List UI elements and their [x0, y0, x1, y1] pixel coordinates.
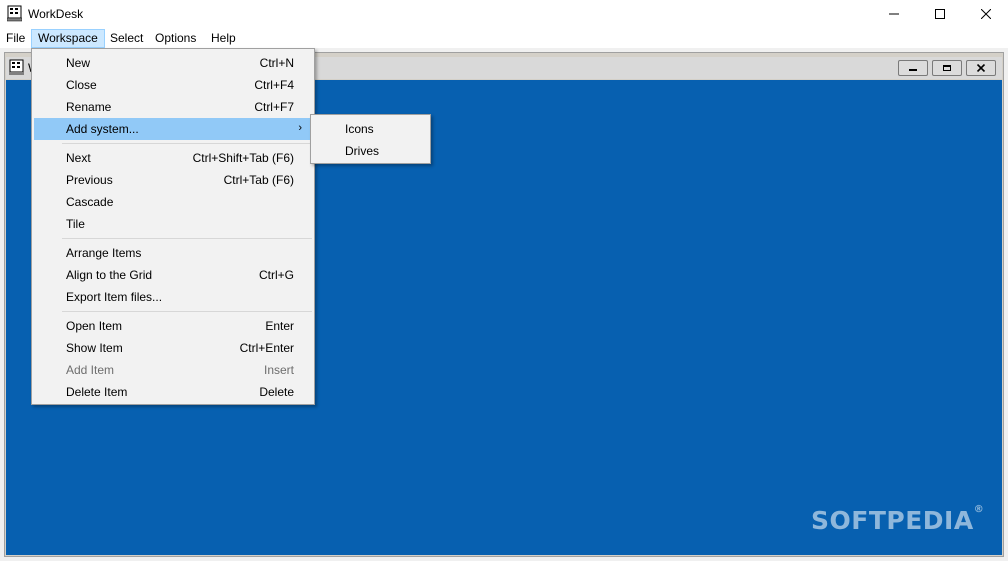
menu-separator — [62, 311, 312, 312]
menu-item-label: Open Item — [66, 319, 123, 333]
menu-item-align-grid[interactable]: Align to the Grid Ctrl+G — [34, 264, 312, 286]
menu-item-arrange-items[interactable]: Arrange Items — [34, 242, 312, 264]
menu-item-shortcut: Ctrl+N — [259, 56, 294, 70]
window-title: WorkDesk — [28, 7, 84, 21]
maximize-button[interactable] — [917, 0, 963, 28]
child-restore-button[interactable] — [932, 60, 962, 76]
menu-item-label: Drives — [345, 144, 380, 158]
menu-item-shortcut: Ctrl+Enter — [239, 341, 294, 355]
minimize-button[interactable] — [871, 0, 917, 28]
menu-item-label: Rename — [66, 100, 112, 114]
menu-item-shortcut: Insert — [263, 363, 294, 377]
menu-item-label: Close — [66, 78, 97, 92]
menu-item-label: Cascade — [66, 195, 114, 209]
menu-item-show-item[interactable]: Show Item Ctrl+Enter — [34, 337, 312, 359]
menu-bar: File Workspace Select Options Help — [0, 28, 1008, 48]
child-close-button[interactable] — [966, 60, 996, 76]
menu-item-delete-item[interactable]: Delete Item Delete — [34, 381, 312, 403]
restore-icon — [943, 65, 951, 71]
menu-item-open-item[interactable]: Open Item Enter — [34, 315, 312, 337]
menu-separator — [62, 143, 312, 144]
menu-item-shortcut: Ctrl+G — [258, 268, 294, 282]
menu-item-label: Align to the Grid — [66, 268, 153, 282]
menu-item-label: Previous — [66, 173, 113, 187]
menu-item-shortcut: Ctrl+F4 — [254, 78, 294, 92]
menu-item-label: Export Item files... — [66, 290, 163, 304]
softpedia-watermark: SOFTPEDIA® — [811, 504, 985, 535]
child-minimize-button[interactable] — [898, 60, 928, 76]
menu-options[interactable]: Options — [149, 29, 202, 48]
menu-item-label: Icons — [345, 122, 374, 136]
submenu-item-icons[interactable]: Icons — [313, 118, 428, 140]
workspace-dropdown-menu: New Ctrl+N Close Ctrl+F4 Rename Ctrl+F7 … — [31, 48, 315, 405]
menu-item-label: Next — [66, 151, 91, 165]
window-titlebar: WorkDesk — [0, 0, 1008, 28]
menu-item-shortcut: Ctrl+Tab (F6) — [223, 173, 294, 187]
close-icon — [981, 9, 991, 19]
menu-separator — [62, 238, 312, 239]
menu-item-shortcut: Ctrl+F7 — [254, 100, 294, 114]
menu-item-label: New — [66, 56, 91, 70]
menu-item-label: Add system... — [66, 122, 139, 136]
menu-item-next[interactable]: Next Ctrl+Shift+Tab (F6) — [34, 147, 312, 169]
workdesk-app-icon — [7, 5, 22, 22]
maximize-icon — [935, 9, 945, 19]
close-icon — [976, 64, 986, 72]
menu-item-previous[interactable]: Previous Ctrl+Tab (F6) — [34, 169, 312, 191]
menu-item-export-item-files[interactable]: Export Item files... — [34, 286, 312, 308]
menu-item-shortcut: Ctrl+Shift+Tab (F6) — [192, 151, 294, 165]
minimize-icon — [909, 69, 917, 71]
menu-item-shortcut: Delete — [259, 385, 294, 399]
menu-item-label: Show Item — [66, 341, 123, 355]
submenu-item-drives[interactable]: Drives — [313, 140, 428, 162]
submenu-arrow-icon: › — [298, 122, 302, 134]
menu-item-tile[interactable]: Tile — [34, 213, 312, 235]
menu-item-label: Delete Item — [66, 385, 128, 399]
menu-item-label: Arrange Items — [66, 246, 142, 260]
menu-item-cascade[interactable]: Cascade — [34, 191, 312, 213]
menu-item-label: Add Item — [66, 363, 115, 377]
close-window-button[interactable] — [963, 0, 1008, 28]
menu-item-add-system[interactable]: Add system... › — [34, 118, 312, 140]
menu-help[interactable]: Help — [205, 29, 242, 48]
menu-item-shortcut: Enter — [265, 319, 294, 333]
menu-file[interactable]: File — [0, 29, 31, 48]
minimize-icon — [889, 13, 899, 15]
menu-workspace[interactable]: Workspace — [31, 29, 105, 48]
menu-item-label: Tile — [66, 217, 85, 231]
menu-item-add-item: Add Item Insert — [34, 359, 312, 381]
add-system-submenu: Icons Drives — [310, 114, 431, 164]
menu-select[interactable]: Select — [104, 29, 149, 48]
child-window-icon — [9, 59, 24, 75]
menu-item-rename[interactable]: Rename Ctrl+F7 — [34, 96, 312, 118]
menu-item-close[interactable]: Close Ctrl+F4 — [34, 74, 312, 96]
menu-item-new[interactable]: New Ctrl+N — [34, 52, 312, 74]
